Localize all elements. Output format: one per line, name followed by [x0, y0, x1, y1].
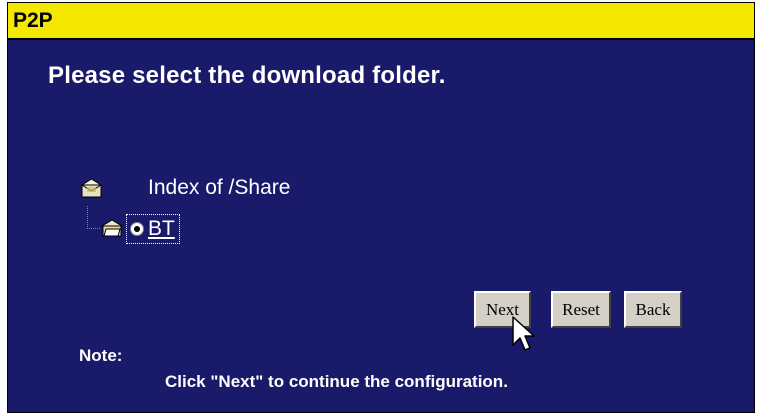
tree-root: Index of /Share	[80, 176, 290, 200]
note-label: Note:	[79, 346, 123, 365]
back-button[interactable]: Back	[624, 291, 682, 328]
folder-share-icon	[80, 176, 104, 200]
bt-radio-button[interactable]	[130, 222, 144, 236]
tree-connector	[87, 206, 100, 229]
bt-folder-link[interactable]: BT	[148, 217, 175, 241]
page-heading: Please select the download folder.	[48, 62, 446, 89]
p2p-window: P2P Please select the download folder. I…	[7, 2, 755, 413]
bt-radio-option[interactable]: BT	[126, 214, 180, 244]
reset-button[interactable]: Reset	[551, 291, 611, 328]
tree-item-bt[interactable]: BT	[100, 214, 180, 244]
mouse-pointer-icon	[512, 316, 535, 351]
title-bar: P2P	[8, 3, 754, 40]
open-folder-icon	[100, 218, 126, 240]
tree-root-label: Index of /Share	[148, 176, 291, 199]
window-title: P2P	[13, 9, 53, 32]
note-text: Click "Next" to continue the configurati…	[165, 372, 508, 391]
